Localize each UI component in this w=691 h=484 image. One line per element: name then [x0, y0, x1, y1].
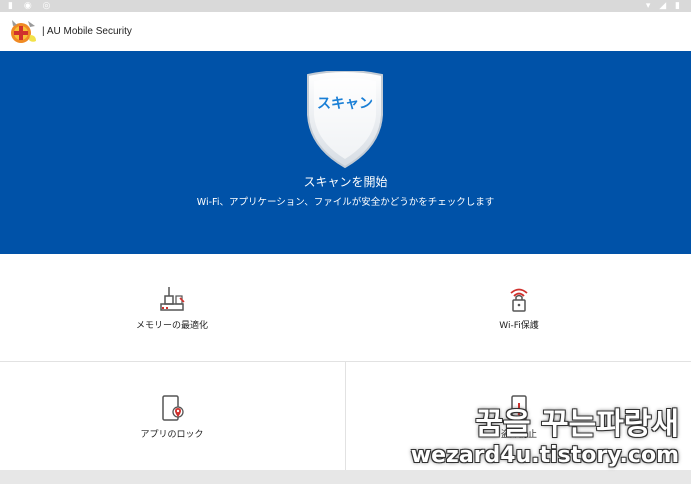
grid-divider-vertical: [345, 362, 346, 470]
wifi-protect-label: Wi-Fi保護: [499, 321, 539, 331]
anti-theft-tile[interactable]: 盗難防止: [347, 363, 691, 470]
wifi-lock-icon: [510, 288, 528, 312]
bottom-bar: [0, 470, 691, 484]
wifi-protect-tile[interactable]: Wi-Fi保護: [347, 254, 691, 361]
app-lock-tile[interactable]: アプリのロック: [0, 363, 344, 470]
status-icons-left: ▮ ◉ ◎: [8, 1, 55, 11]
anti-theft-label: 盗難防止: [500, 430, 537, 440]
scan-title: スキャンを開始: [303, 175, 388, 189]
scan-button[interactable]: スキャン: [302, 71, 388, 171]
app-bar: | AU Mobile Security: [0, 12, 691, 51]
scan-button-label: スキャン: [317, 96, 373, 112]
status-icons-right: ▾ ◢ ▮: [645, 1, 683, 11]
shield-icon: [307, 71, 383, 169]
app-title: | AU Mobile Security: [42, 26, 132, 37]
memory-optimize-icon: [160, 287, 185, 311]
memory-optimize-label: メモリーの最適化: [135, 321, 208, 331]
status-bar: ▮ ◉ ◎ ▾ ◢ ▮: [0, 0, 691, 12]
app-logo-icon: [11, 19, 36, 43]
scan-subtitle: Wi-Fi、アプリケーション、ファイルが安全かどうかをチェックします: [196, 197, 495, 208]
memory-optimize-tile[interactable]: メモリーの最適化: [0, 254, 344, 361]
app-lock-label: アプリのロック: [140, 430, 204, 440]
scan-hero: スキャン スキャンを開始 Wi-Fi、アプリケーション、ファイルが安全かどうかを…: [0, 51, 691, 254]
anti-theft-icon: [511, 395, 527, 421]
app-lock-icon: [162, 395, 184, 421]
